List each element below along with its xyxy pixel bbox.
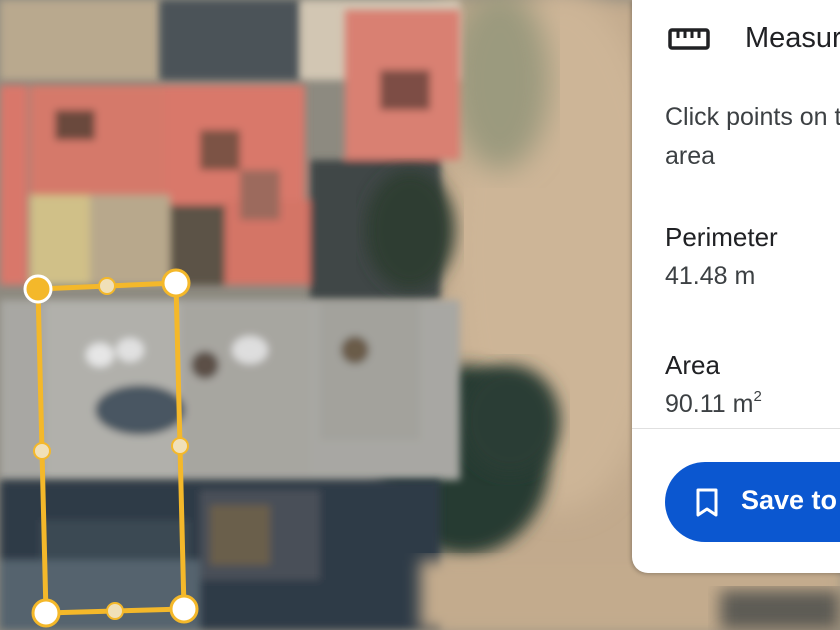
midpoint-handle[interactable]: [106, 602, 124, 620]
instruction-text: Click points on the map to measure area: [665, 98, 840, 176]
area-unit-superscript: 2: [753, 388, 762, 405]
panel-divider: [632, 428, 840, 429]
vertex-handle[interactable]: [169, 594, 199, 624]
bookmark-icon: [696, 488, 718, 517]
save-button[interactable]: Save to: [665, 462, 840, 542]
perimeter-label: Perimeter: [665, 222, 778, 252]
ruler-icon: [668, 28, 710, 50]
measure-panel: Measure distance Click points on the map…: [632, 0, 840, 573]
save-label: Save to: [741, 485, 838, 515]
area-label: Area: [665, 350, 720, 380]
instruction-line: Click points on the map to measure: [665, 103, 840, 131]
panel-header: Measure distance: [632, 0, 840, 78]
instruction-line: area: [665, 142, 716, 170]
area-number: 90.11 m: [665, 390, 754, 418]
vertex-handle[interactable]: [31, 598, 61, 628]
panel-title: Measure distance: [745, 22, 840, 54]
area-value: 90.11 m2: [665, 388, 762, 419]
midpoint-handle[interactable]: [171, 437, 189, 455]
midpoint-handle[interactable]: [98, 277, 116, 295]
measure-polygon: [35, 280, 187, 616]
midpoint-handle[interactable]: [33, 442, 51, 460]
perimeter-value: 41.48 m: [665, 262, 756, 290]
active-vertex-handle[interactable]: [23, 274, 53, 304]
vertex-handle[interactable]: [161, 268, 191, 298]
